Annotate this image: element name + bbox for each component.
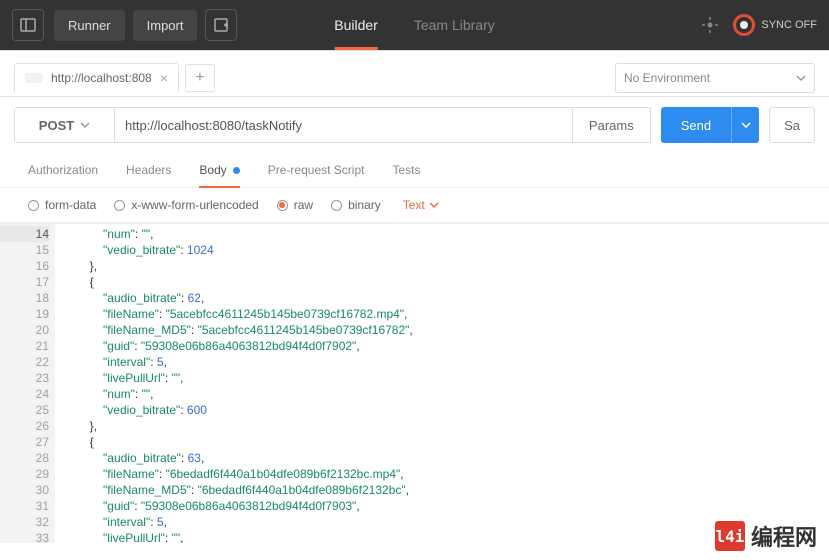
- topbar: Runner Import Builder Team Library SYNC …: [0, 0, 829, 50]
- radio-raw[interactable]: raw: [277, 198, 313, 212]
- radio-urlencoded[interactable]: x-www-form-urlencoded: [114, 198, 258, 212]
- request-tab-label: http://localhost:808: [51, 71, 152, 85]
- environment-label: No Environment: [624, 71, 710, 85]
- url-row: POST Params Send Sa: [0, 97, 829, 153]
- params-button[interactable]: Params: [573, 107, 651, 143]
- subtab-body[interactable]: Body: [199, 153, 239, 187]
- modified-dot-icon: [233, 167, 240, 174]
- chevron-down-icon: [80, 120, 90, 130]
- raw-content-type-select[interactable]: Text: [403, 198, 439, 212]
- send-button[interactable]: Send: [661, 107, 731, 143]
- new-window-icon[interactable]: [205, 9, 237, 41]
- chevron-down-icon: [741, 120, 751, 130]
- sync-icon: [733, 14, 755, 36]
- close-tab-icon[interactable]: ×: [160, 70, 168, 86]
- body-editor[interactable]: 1415161718192021222324252627282930313233…: [0, 223, 829, 543]
- send-dropdown[interactable]: [731, 107, 759, 143]
- sidebar-toggle-icon[interactable]: [12, 9, 44, 41]
- chevron-down-icon: [796, 73, 806, 83]
- new-tab-button[interactable]: +: [185, 64, 215, 92]
- subtab-headers[interactable]: Headers: [126, 153, 171, 187]
- capture-icon[interactable]: [699, 14, 721, 36]
- raw-content-type-label: Text: [403, 198, 425, 212]
- sync-status[interactable]: SYNC OFF: [733, 14, 817, 36]
- request-subtabs: Authorization Headers Body Pre-request S…: [0, 153, 829, 188]
- tab-team-library[interactable]: Team Library: [396, 0, 513, 50]
- runner-button[interactable]: Runner: [54, 10, 125, 41]
- method-select[interactable]: POST: [14, 107, 114, 143]
- editor-gutter: 1415161718192021222324252627282930313233…: [0, 224, 55, 543]
- content-area: http://localhost:808 × + No Environment …: [0, 50, 829, 560]
- radio-form-data[interactable]: form-data: [28, 198, 96, 212]
- environment-select[interactable]: No Environment: [615, 63, 815, 93]
- import-button[interactable]: Import: [133, 10, 198, 41]
- save-button[interactable]: Sa: [769, 107, 815, 143]
- body-type-options: form-data x-www-form-urlencoded raw bina…: [0, 188, 829, 223]
- tab-favicon: [25, 73, 43, 83]
- sync-label: SYNC OFF: [761, 19, 817, 31]
- radio-binary[interactable]: binary: [331, 198, 381, 212]
- subtab-prerequest[interactable]: Pre-request Script: [268, 153, 365, 187]
- subtab-body-label: Body: [199, 163, 226, 177]
- request-tab[interactable]: http://localhost:808 ×: [14, 63, 179, 92]
- url-input[interactable]: [114, 107, 573, 143]
- editor-code[interactable]: "num": "", "vedio_bitrate": 1024 }, { "a…: [55, 224, 829, 543]
- method-label: POST: [39, 118, 74, 133]
- tab-builder[interactable]: Builder: [316, 0, 396, 50]
- subtab-authorization[interactable]: Authorization: [28, 153, 98, 187]
- topbar-center-tabs: Builder Team Library: [316, 0, 513, 50]
- subtab-tests[interactable]: Tests: [392, 153, 420, 187]
- send-group: Send: [661, 107, 759, 143]
- chevron-down-icon: [429, 200, 439, 210]
- request-tabs-row: http://localhost:808 × + No Environment: [0, 51, 829, 97]
